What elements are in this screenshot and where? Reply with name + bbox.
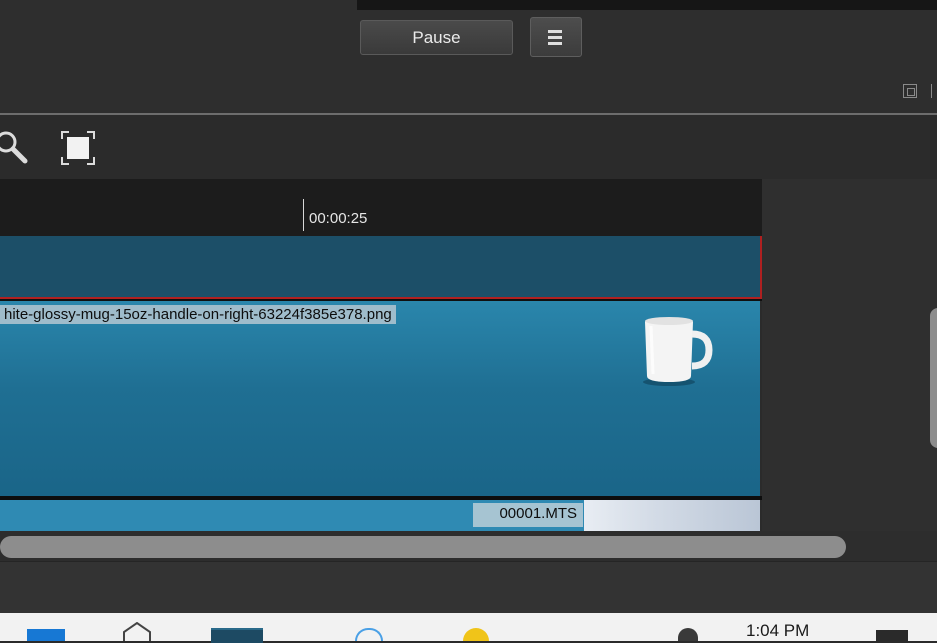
timeline-ruler[interactable] xyxy=(0,179,762,236)
fit-to-window-icon[interactable] xyxy=(60,130,96,166)
timeline-track-top[interactable] xyxy=(0,236,762,299)
top-strip xyxy=(357,0,937,10)
zoom-icon[interactable] xyxy=(0,128,30,168)
hamburger-menu-icon[interactable] xyxy=(530,17,582,57)
home-icon[interactable] xyxy=(120,622,154,641)
top-bar xyxy=(0,0,937,114)
taskbar-clock[interactable]: 1:04 PM xyxy=(746,621,809,641)
video-thumbnail xyxy=(584,500,760,531)
restore-window-icon[interactable] xyxy=(903,84,917,98)
system-tray-icon[interactable] xyxy=(678,628,698,641)
pause-button[interactable]: Pause xyxy=(360,20,513,55)
playhead[interactable] xyxy=(303,199,304,231)
panel-close-icon[interactable] xyxy=(931,84,937,98)
start-icon[interactable] xyxy=(27,629,65,641)
vertical-scrollbar[interactable] xyxy=(930,308,937,448)
timecode-label: 00:00:25 xyxy=(309,210,368,227)
clip-label-image: hite-glossy-mug-15oz-handle-on-right-632… xyxy=(0,305,396,324)
bottom-panel xyxy=(0,561,937,614)
horizontal-scrollbar[interactable] xyxy=(0,536,846,558)
side-panel xyxy=(762,179,937,531)
notification-icon[interactable] xyxy=(876,630,908,641)
mug-thumbnail xyxy=(643,317,713,386)
timeline-toolbar xyxy=(0,115,937,179)
clip-label-video: 00001.MTS xyxy=(473,503,583,527)
